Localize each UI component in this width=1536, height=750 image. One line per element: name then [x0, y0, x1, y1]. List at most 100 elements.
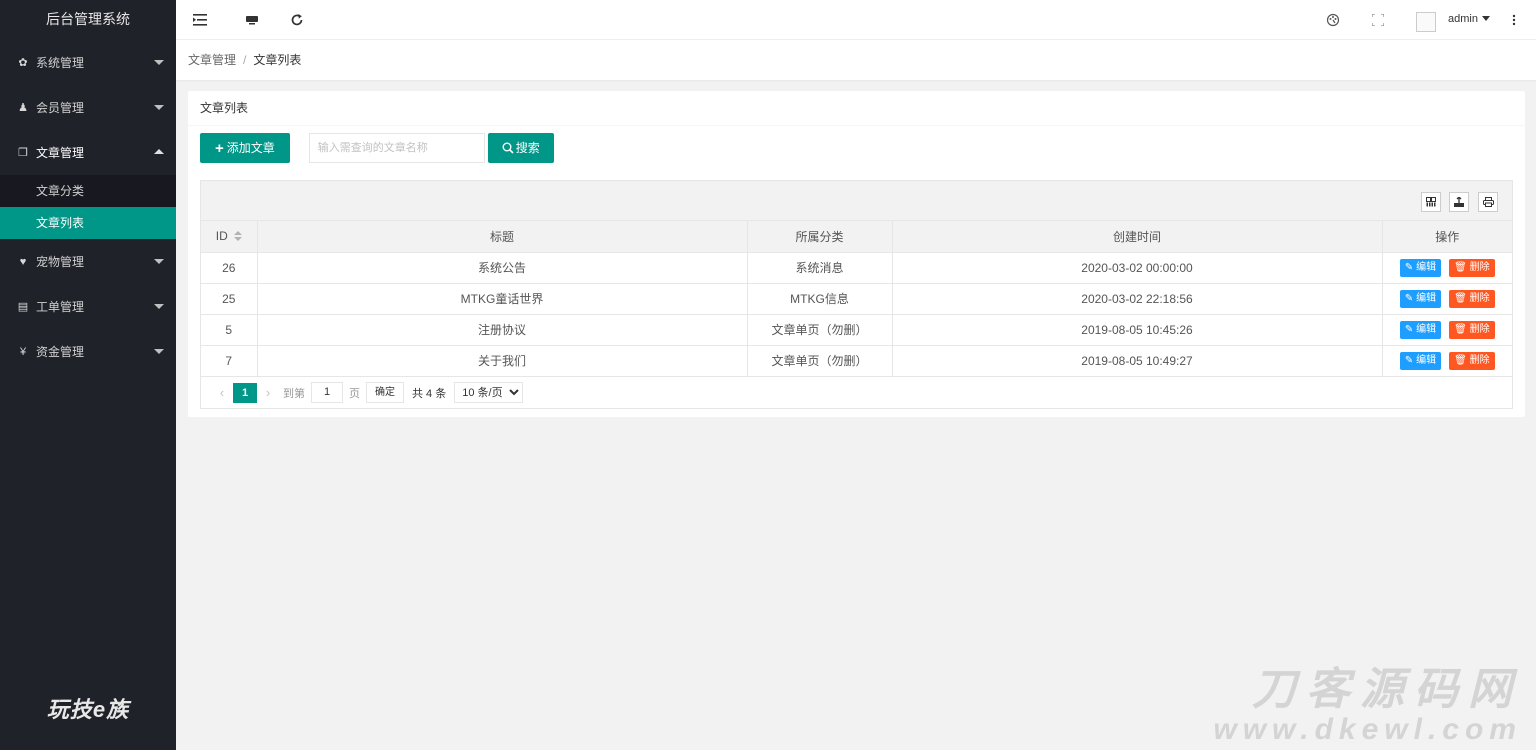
- search-button[interactable]: 搜索: [487, 133, 554, 163]
- next-page-icon[interactable]: ›: [259, 385, 277, 400]
- cell-created: 2020-03-02 22:18:56: [892, 283, 1383, 315]
- cell-actions: ✎ 编辑 🗑 删除: [1382, 314, 1512, 346]
- page-unit-label: 页: [349, 387, 360, 400]
- cell-created: 2019-08-05 10:45:26: [892, 314, 1383, 346]
- search-input[interactable]: [308, 133, 485, 163]
- top-header: admin: [176, 0, 1536, 40]
- goto-label: 到第: [283, 387, 305, 400]
- sidebar-subitem-article-list[interactable]: 文章列表: [0, 207, 176, 239]
- print-icon[interactable]: [1478, 192, 1498, 212]
- cell-title: 系统公告: [257, 252, 748, 284]
- edit-icon: ✎: [1404, 323, 1414, 335]
- cell-id: 26: [201, 252, 258, 284]
- trash-icon: 🗑: [1454, 292, 1467, 304]
- column-header-category: 所属分类: [747, 221, 893, 253]
- sidebar-item-label: 文章管理: [36, 146, 85, 160]
- username: admin: [1448, 13, 1478, 25]
- chevron-down-icon: [154, 105, 164, 110]
- trash-icon: 🗑: [1454, 354, 1467, 366]
- sidebar-item-label: 系统管理: [36, 56, 85, 70]
- sort-icon[interactable]: [233, 231, 242, 242]
- chevron-down-icon: [154, 304, 164, 309]
- delete-button[interactable]: 🗑 删除: [1449, 258, 1495, 277]
- sidebar-submenu: 文章分类 文章列表: [0, 175, 176, 239]
- add-article-button[interactable]: + 添加文章: [200, 133, 290, 163]
- column-header-id[interactable]: ID: [201, 221, 258, 253]
- cell-category: 系统消息: [747, 252, 893, 284]
- total-count: 共 4 条: [412, 387, 447, 400]
- sidebar-subitem-article-category[interactable]: 文章分类: [0, 175, 176, 207]
- cell-id: 7: [201, 345, 258, 377]
- brand-logo: 玩技e族: [46, 697, 130, 722]
- sidebar-item-system[interactable]: ✿ 系统管理: [0, 40, 176, 85]
- column-header-actions: 操作: [1382, 221, 1512, 253]
- sidebar-item-label: 会员管理: [36, 101, 85, 115]
- sidebar-item-funds[interactable]: ¥ 资金管理: [0, 329, 176, 374]
- user-menu[interactable]: admin: [1448, 13, 1490, 25]
- breadcrumb-parent[interactable]: 文章管理: [188, 53, 236, 67]
- edit-icon: ✎: [1404, 292, 1414, 304]
- cell-id: 5: [201, 314, 258, 346]
- sidebar-item-pets[interactable]: ♥ 宠物管理: [0, 239, 176, 284]
- toolbar: +添加文章 搜索: [200, 133, 554, 163]
- sidebar-item-members[interactable]: ♟ 会员管理: [0, 85, 176, 130]
- theme-palette-icon[interactable]: [1323, 10, 1343, 30]
- sidebar-item-label: 资金管理: [36, 345, 85, 359]
- plus-icon: +: [215, 140, 224, 157]
- trash-icon: 🗑: [1454, 323, 1467, 335]
- delete-button[interactable]: 🗑 删除: [1449, 320, 1495, 339]
- cell-id: 25: [201, 283, 258, 315]
- sidebar-item-label: 工单管理: [36, 300, 85, 314]
- edit-button[interactable]: ✎ 编辑: [1399, 351, 1442, 370]
- chevron-up-icon: [154, 149, 164, 154]
- sidebar-item-label: 宠物管理: [36, 255, 85, 269]
- table-row: 26 系统公告 系统消息 2020-03-02 00:00:00 ✎ 编辑 🗑 删…: [201, 252, 1512, 284]
- cell-title: MTKG童话世界: [257, 283, 748, 315]
- edit-button[interactable]: ✎ 编辑: [1399, 258, 1442, 277]
- search-label: 搜索: [515, 141, 540, 155]
- fullscreen-icon[interactable]: [1368, 10, 1388, 30]
- edit-button[interactable]: ✎ 编辑: [1399, 320, 1442, 339]
- export-icon[interactable]: [1449, 192, 1469, 212]
- watermark: 刀客源码网 www.dkewl.com: [1213, 666, 1522, 746]
- cell-title: 关于我们: [257, 345, 748, 377]
- cell-category: 文章单页（勿删）: [747, 314, 893, 346]
- cell-created: 2020-03-02 00:00:00: [892, 252, 1383, 284]
- menu-toggle-icon[interactable]: [190, 10, 210, 30]
- refresh-icon[interactable]: [287, 10, 307, 30]
- sidebar: 后台管理系统 ✿ 系统管理 ♟ 会员管理 ❐ 文章管理 文章分类 文章列表 ♥ …: [0, 0, 176, 750]
- watermark-url: www.dkewl.com: [1213, 713, 1522, 746]
- goto-confirm-button[interactable]: 确定: [366, 382, 404, 403]
- breadcrumb-separator: /: [243, 53, 247, 67]
- sidebar-item-articles[interactable]: ❐ 文章管理: [0, 130, 176, 175]
- prev-page-icon[interactable]: ‹: [213, 385, 231, 400]
- more-vertical-icon[interactable]: [1504, 10, 1524, 30]
- chevron-down-icon: [1481, 16, 1490, 21]
- goto-page-input[interactable]: 1: [311, 382, 343, 403]
- content-card: 文章列表 +添加文章 搜索 ID 标题: [188, 91, 1525, 417]
- cell-actions: ✎ 编辑 🗑 删除: [1382, 252, 1512, 284]
- edit-icon: ✎: [1404, 261, 1414, 273]
- delete-button[interactable]: 🗑 删除: [1449, 289, 1495, 308]
- chevron-down-icon: [154, 259, 164, 264]
- table-row: 5 注册协议 文章单页（勿删） 2019-08-05 10:45:26 ✎ 编辑…: [201, 314, 1512, 346]
- app-title: 后台管理系统: [46, 11, 130, 27]
- edit-button[interactable]: ✎ 编辑: [1399, 289, 1442, 308]
- trash-icon: 🗑: [1454, 261, 1467, 273]
- copy-icon: ❐: [18, 147, 28, 159]
- cell-actions: ✎ 编辑 🗑 删除: [1382, 283, 1512, 315]
- table-row: 25 MTKG童话世界 MTKG信息 2020-03-02 22:18:56 ✎…: [201, 283, 1512, 315]
- delete-button[interactable]: 🗑 删除: [1449, 351, 1495, 370]
- card-title: 文章列表: [188, 91, 1525, 126]
- cell-title: 注册协议: [257, 314, 748, 346]
- file-icon: ▤: [17, 301, 29, 313]
- chevron-down-icon: [154, 60, 164, 65]
- monitor-icon[interactable]: [242, 10, 262, 30]
- page-size-select[interactable]: 10 条/页: [454, 382, 524, 403]
- pagination: ‹ 1 › 到第 1 页 确定 共 4 条 10 条/页: [201, 377, 1512, 409]
- avatar[interactable]: [1416, 12, 1436, 32]
- columns-filter-icon[interactable]: [1421, 192, 1441, 212]
- page-1-button[interactable]: 1: [233, 382, 257, 403]
- sidebar-item-tickets[interactable]: ▤ 工单管理: [0, 284, 176, 329]
- gear-icon: ✿: [18, 57, 28, 69]
